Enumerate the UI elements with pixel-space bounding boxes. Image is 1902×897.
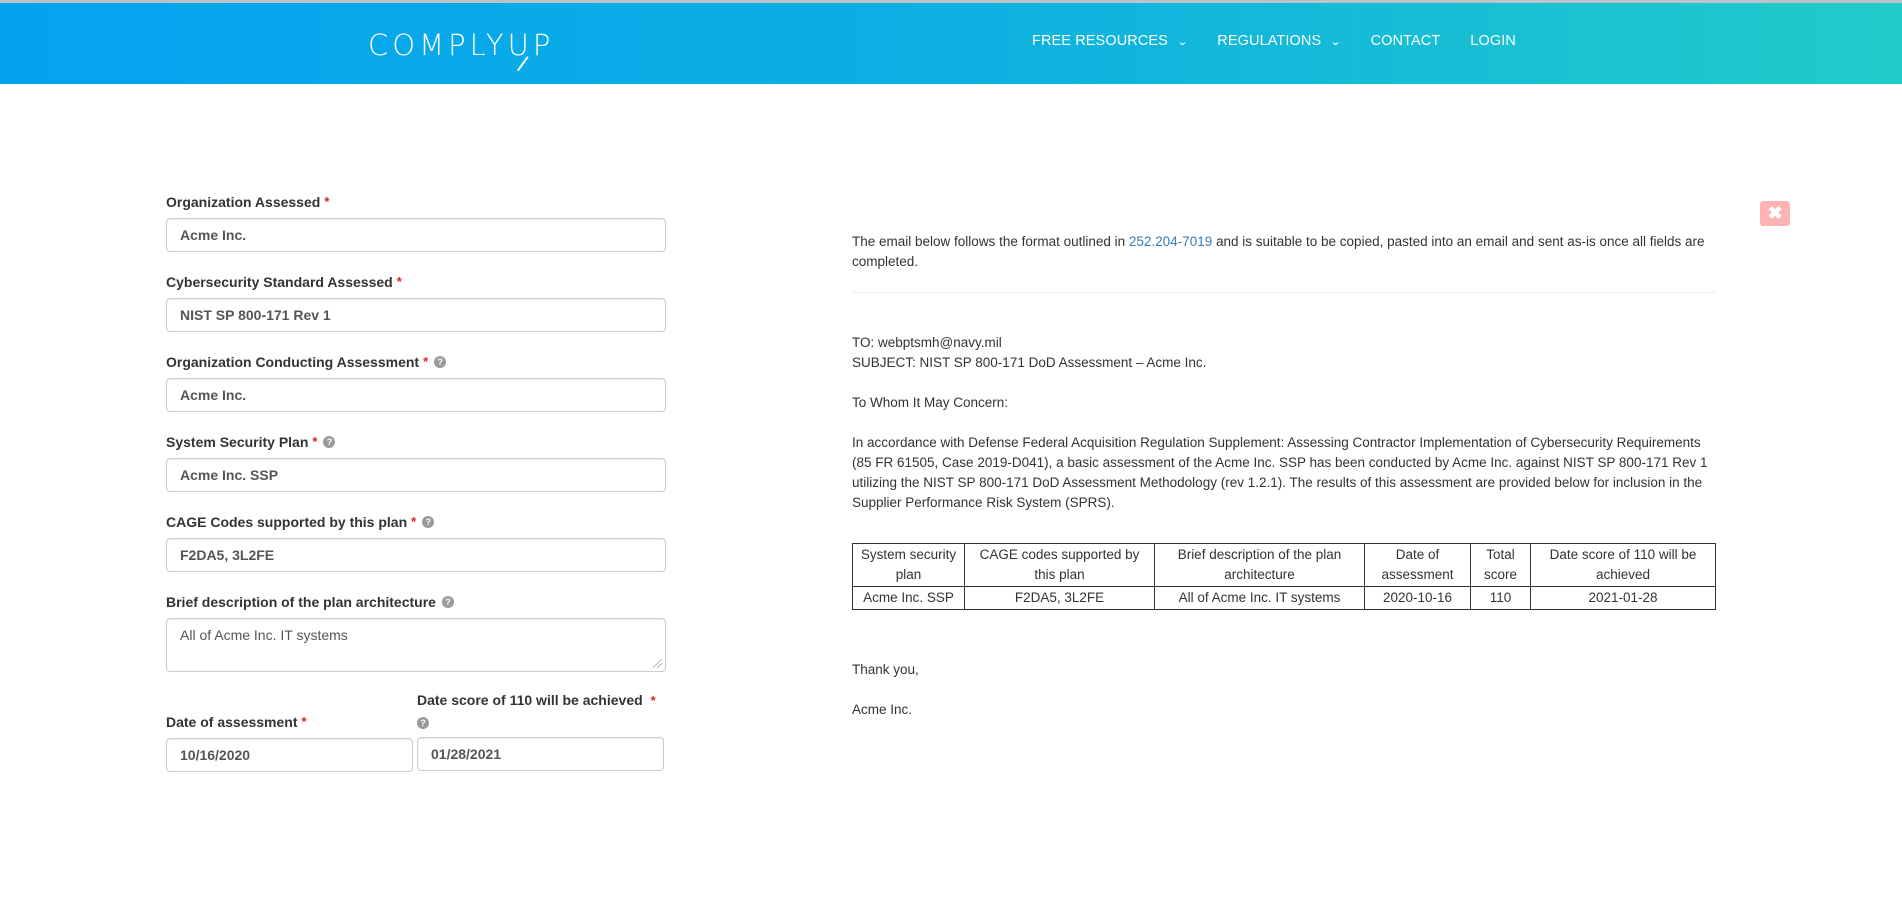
table-header: Total score	[1470, 543, 1531, 587]
table-header: System security plan	[852, 543, 965, 587]
email-greeting: To Whom It May Concern:	[852, 395, 1009, 410]
org-assessed-label: Organization Assessed *	[166, 192, 666, 212]
help-icon[interactable]: ?	[417, 717, 429, 729]
regulation-link[interactable]: 252.204-7019	[1129, 234, 1212, 249]
divider	[852, 292, 1716, 293]
date-assessment-group: Date of assessment * 10/16/2020	[166, 690, 413, 792]
table-header: Date of assessment	[1364, 543, 1471, 587]
assessment-summary-table: System security plan CAGE codes supporte…	[852, 543, 1716, 610]
assessment-form: Organization Assessed * Acme Inc. Cybers…	[166, 192, 666, 774]
nav-login[interactable]: LOGIN	[1470, 33, 1516, 49]
table-cell: 2021-01-28	[1530, 586, 1716, 610]
help-icon[interactable]: ?	[434, 356, 447, 368]
help-icon[interactable]: ?	[441, 596, 454, 608]
table-cell: All of Acme Inc. IT systems	[1154, 586, 1365, 610]
email-intro: The email below follows the format outli…	[852, 232, 1716, 272]
standard-input[interactable]: NIST SP 800-171 Rev 1	[166, 298, 666, 332]
close-button[interactable]: ✖	[1760, 201, 1790, 226]
email-preview: The email below follows the format outli…	[852, 232, 1716, 720]
nav-contact-label: CONTACT	[1370, 33, 1441, 49]
email-subject: SUBJECT: NIST SP 800-171 DoD Assessment …	[852, 355, 1207, 370]
standard-label-text: Cybersecurity Standard Assessed	[166, 274, 393, 290]
email-to: TO: webptsmh@navy.mil	[852, 335, 1002, 350]
date-110-label: Date score of 110 will be achieved * ?	[417, 690, 664, 731]
table-cell: 2020-10-16	[1364, 586, 1471, 610]
table-cell: F2DA5, 3L2FE	[964, 586, 1155, 610]
close-icon: ✖	[1767, 203, 1783, 223]
complyup-logo[interactable]: COMPLYUP	[368, 25, 554, 65]
nav-free-resources[interactable]: FREE RESOURCES ⌄	[1032, 33, 1189, 49]
date-assessment-input[interactable]: 10/16/2020	[166, 738, 413, 772]
ssp-input[interactable]: Acme Inc. SSP	[166, 458, 666, 492]
help-icon[interactable]: ?	[323, 436, 336, 448]
chevron-down-icon: ⌄	[1176, 35, 1189, 48]
org-conducting-label-text: Organization Conducting Assessment	[166, 354, 420, 370]
intro-text-before: The email below follows the format outli…	[852, 234, 1129, 249]
nav-regulations[interactable]: REGULATIONS ⌄	[1217, 33, 1342, 49]
nav-login-label: LOGIN	[1470, 33, 1516, 49]
resize-handle-icon[interactable]	[653, 659, 662, 668]
email-closing: Thank you,	[852, 662, 919, 677]
cage-label-text: CAGE Codes supported by this plan	[166, 514, 408, 530]
help-icon[interactable]: ?	[422, 516, 435, 528]
required-asterisk: *	[396, 274, 402, 289]
cage-label: CAGE Codes supported by this plan * ?	[166, 512, 666, 532]
table-header: Brief description of the plan architectu…	[1154, 543, 1365, 587]
date-110-input[interactable]: 01/28/2021	[417, 737, 664, 771]
standard-label: Cybersecurity Standard Assessed *	[166, 272, 666, 292]
date-110-label-text: Date score of 110 will be achieved	[417, 692, 643, 708]
org-assessed-label-text: Organization Assessed	[166, 194, 321, 210]
org-assessed-input[interactable]: Acme Inc.	[166, 218, 666, 252]
org-conducting-input[interactable]: Acme Inc.	[166, 378, 666, 412]
architecture-textarea-value: All of Acme Inc. IT systems	[180, 627, 348, 643]
chevron-down-icon: ⌄	[1329, 35, 1342, 48]
date-assessment-label: Date of assessment *	[166, 712, 413, 732]
ssp-label: System Security Plan * ?	[166, 432, 666, 452]
required-asterisk: *	[411, 514, 417, 529]
required-asterisk: *	[312, 434, 318, 449]
table-header-row: System security plan CAGE codes supporte…	[852, 543, 1716, 587]
cage-input[interactable]: F2DA5, 3L2FE	[166, 538, 666, 572]
nav-free-resources-label: FREE RESOURCES	[1032, 33, 1168, 49]
required-asterisk: *	[423, 354, 429, 369]
table-cell: Acme Inc. SSP	[852, 586, 965, 610]
required-asterisk: *	[650, 693, 656, 708]
date-assessment-label-text: Date of assessment	[166, 714, 298, 730]
nav-regulations-label: REGULATIONS	[1217, 33, 1322, 49]
required-asterisk: *	[301, 714, 307, 729]
date-110-group: Date score of 110 will be achieved * ? 0…	[417, 690, 664, 791]
main-nav: FREE RESOURCES ⌄ REGULATIONS ⌄ CONTACT L…	[1032, 33, 1546, 49]
table-row: Acme Inc. SSP F2DA5, 3L2FE All of Acme I…	[852, 586, 1716, 610]
required-asterisk: *	[324, 194, 330, 209]
logo-text-left: COMPLY	[368, 28, 508, 62]
date-row: Date of assessment * 10/16/2020 Date sco…	[166, 690, 666, 774]
ssp-label-text: System Security Plan	[166, 434, 309, 450]
top-navigation-bar: COMPLYUP FREE RESOURCES ⌄ REGULATIONS ⌄ …	[0, 0, 1902, 84]
table-header: Date score of 110 will be achieved	[1530, 543, 1716, 587]
email-signature: Acme Inc.	[852, 702, 913, 717]
table-cell: 110	[1470, 586, 1531, 610]
nav-contact[interactable]: CONTACT	[1371, 33, 1441, 49]
org-conducting-label: Organization Conducting Assessment * ?	[166, 352, 666, 372]
logo-text-right: UP	[507, 28, 555, 62]
table-header: CAGE codes supported by this plan	[964, 543, 1155, 587]
architecture-label-text: Brief description of the plan architectu…	[166, 594, 436, 610]
email-body: In accordance with Defense Federal Acqui…	[852, 435, 1708, 510]
architecture-label: Brief description of the plan architectu…	[166, 592, 666, 612]
architecture-textarea[interactable]: All of Acme Inc. IT systems	[166, 618, 666, 672]
